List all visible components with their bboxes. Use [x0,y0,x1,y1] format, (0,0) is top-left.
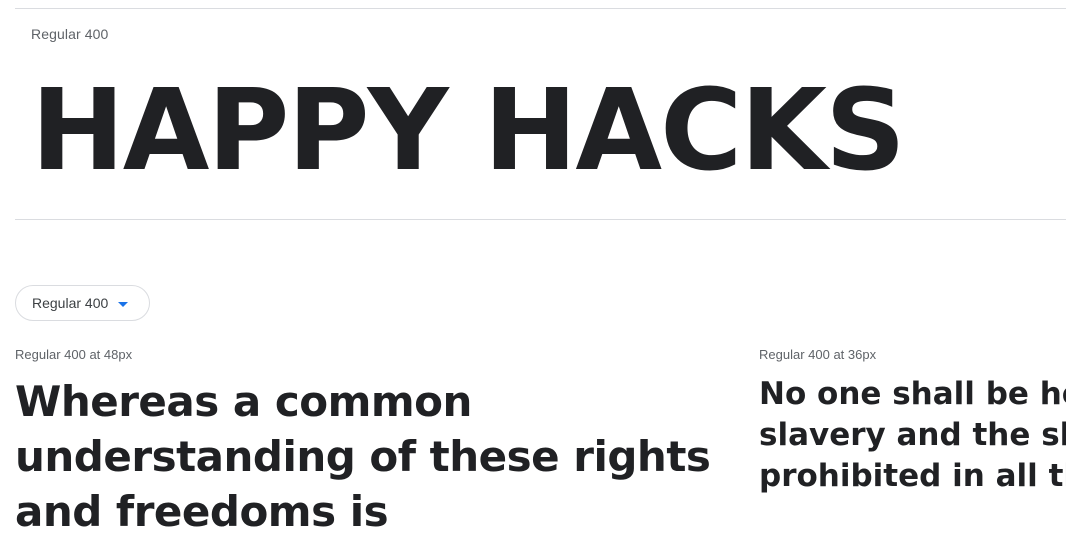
sample-text-48px: Whereas a common understanding of these … [15,377,711,536]
sample-meta-36px: Regular 400 at 36px [759,347,877,362]
sample-text-36px: No one shall be held i slavery and the s… [759,374,1066,498]
divider-middle [15,219,1066,220]
sample-meta-48px: Regular 400 at 48px [15,347,133,362]
font-specimen-page: Regular 400 HAPPY HACKS Regular 400 Regu… [0,0,1066,548]
style-select-label: Regular 400 [32,295,109,311]
sample-line: prohibited in all their [759,458,1066,494]
caret-down-icon [118,301,129,307]
divider-top [15,8,1066,9]
style-label: Regular 400 [31,26,109,42]
style-select-dropdown[interactable]: Regular 400 [15,285,150,321]
sample-line: No one shall be held i [759,376,1066,412]
sample-line: slavery and the slave [759,417,1066,453]
preview-text: HAPPY HACKS [31,66,906,196]
